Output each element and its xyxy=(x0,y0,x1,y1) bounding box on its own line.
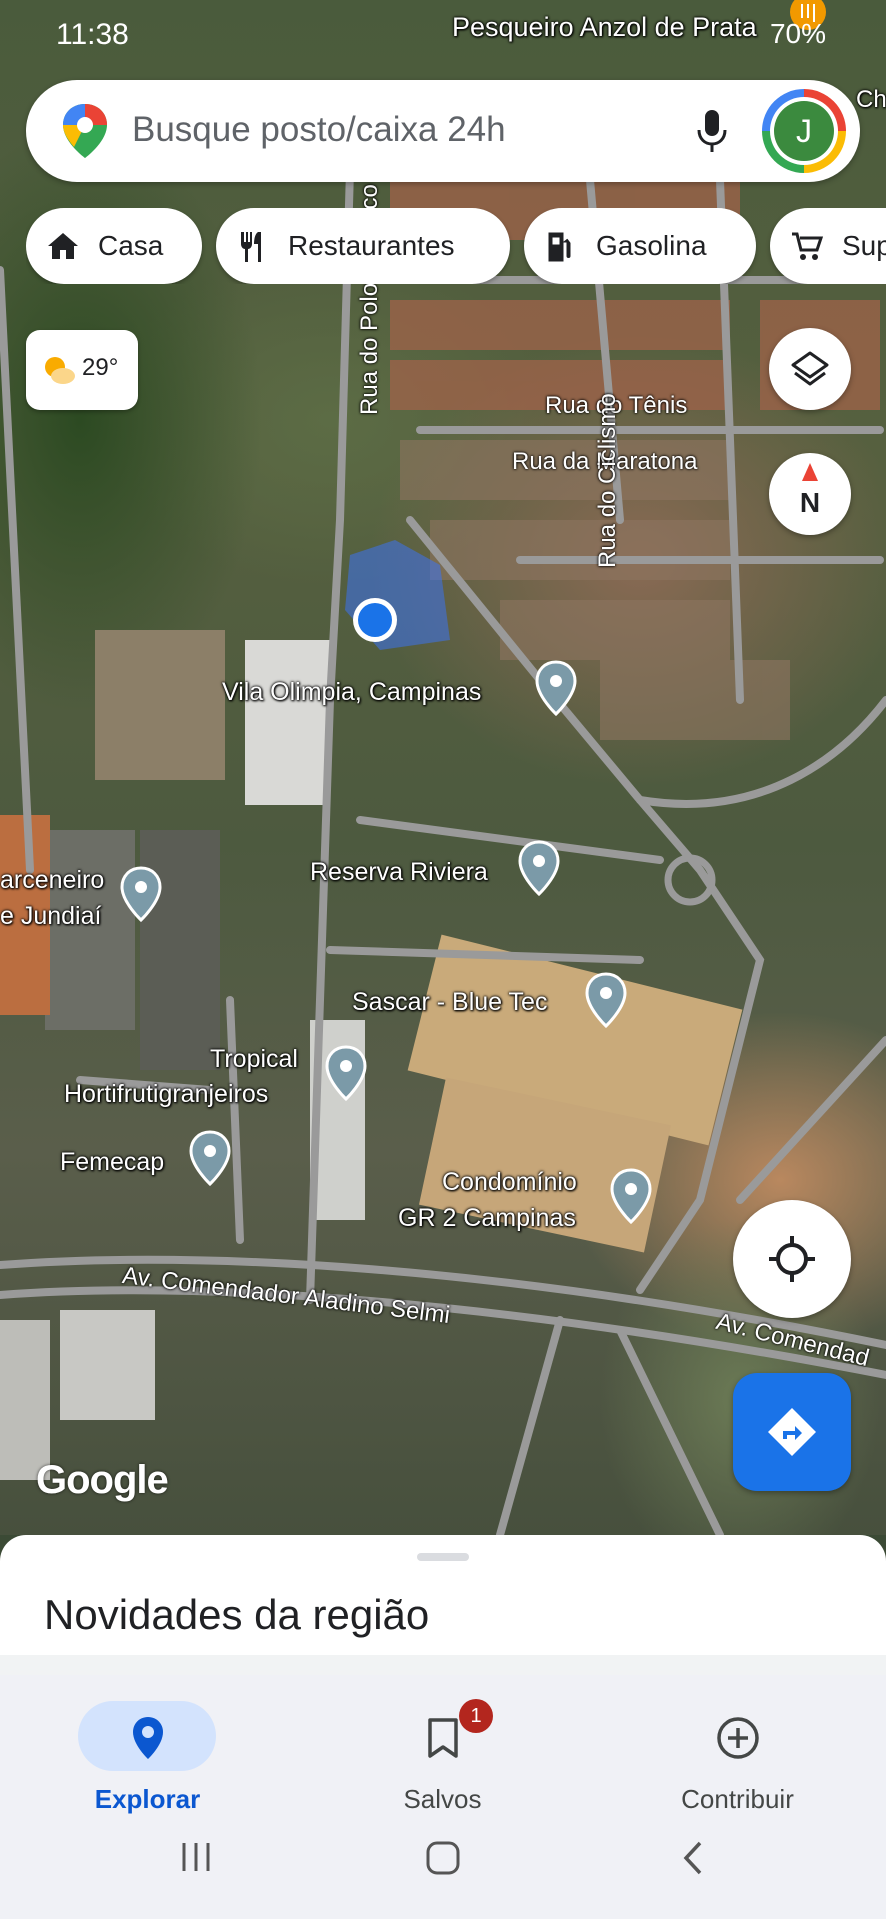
map-label-ch[interactable]: Ch xyxy=(856,86,886,114)
crosshair-icon xyxy=(769,1236,815,1282)
partly-sunny-icon xyxy=(45,357,75,384)
chip-restaurantes[interactable]: Restaurantes xyxy=(216,208,510,284)
avatar[interactable]: J xyxy=(762,89,846,173)
divider xyxy=(0,1655,886,1675)
status-time: 11:38 xyxy=(56,18,129,51)
place-label-reserva-riviera[interactable]: Reserva Riviera xyxy=(310,858,488,887)
place-label-sascar[interactable]: Sascar - Blue Tec xyxy=(352,988,547,1017)
recent-apps-icon[interactable] xyxy=(178,1840,214,1874)
tab-label: Explorar xyxy=(94,1784,201,1814)
place-pin-icon[interactable] xyxy=(325,1045,367,1101)
directions-icon xyxy=(768,1408,816,1456)
tab-contribuir[interactable]: Contribuir xyxy=(590,1689,885,1814)
tab-salvos[interactable]: 1 Salvos xyxy=(295,1689,590,1814)
tab-explorar[interactable]: Explorar xyxy=(0,1689,295,1814)
gas-station-icon xyxy=(548,232,571,262)
place-pin-icon[interactable] xyxy=(585,972,627,1028)
place-label-condominio-1[interactable]: Condomínio xyxy=(442,1168,577,1197)
status-battery: 70% xyxy=(769,18,826,49)
place-pin-icon[interactable] xyxy=(535,660,577,716)
place-label-femecap[interactable]: Femecap xyxy=(60,1148,164,1177)
search-input[interactable]: Busque posto/caixa 24h xyxy=(132,110,506,150)
tab-label: Salvos xyxy=(403,1784,482,1814)
place-label-marceneiro-1[interactable]: arceneiro xyxy=(0,866,104,895)
search-bar[interactable]: Busque posto/caixa 24h J xyxy=(26,80,860,182)
layers-button[interactable] xyxy=(769,328,851,410)
directions-button[interactable] xyxy=(733,1373,851,1491)
maps-logo-icon xyxy=(63,104,107,158)
place-label-tropical-2[interactable]: Hortifrutigranjeiros xyxy=(64,1080,268,1109)
weather-chip[interactable]: 29° xyxy=(26,330,138,410)
back-icon[interactable] xyxy=(680,1840,706,1876)
sheet-handle[interactable] xyxy=(417,1553,469,1561)
place-label-condominio-2[interactable]: GR 2 Campinas xyxy=(398,1204,576,1233)
home-icon xyxy=(48,233,78,259)
restaurant-icon xyxy=(241,232,261,262)
chip-supermercado[interactable]: Sup xyxy=(770,208,886,284)
location-pin-icon xyxy=(132,1717,163,1759)
compass-label: N xyxy=(799,487,821,518)
chip-gasolina[interactable]: Gasolina xyxy=(524,208,756,284)
road-label-ciclismo: Rua do Ciclismo xyxy=(594,393,621,568)
google-watermark: Google xyxy=(36,1458,169,1502)
place-pin-icon[interactable] xyxy=(189,1130,231,1186)
place-label-marceneiro-2[interactable]: e Jundiaí xyxy=(0,902,101,931)
my-location-button[interactable] xyxy=(733,1200,851,1318)
place-label-tropical-1[interactable]: Tropical xyxy=(210,1045,298,1074)
bottom-navigation: Explorar 1 Salvos Contribuir xyxy=(0,1675,886,1919)
place-pin-icon[interactable] xyxy=(518,840,560,896)
mic-icon[interactable] xyxy=(694,108,730,154)
weather-temp: 29° xyxy=(82,354,119,381)
notification-badge: 1 xyxy=(459,1699,493,1733)
add-circle-icon xyxy=(716,1717,759,1759)
compass-button[interactable]: N xyxy=(769,453,851,535)
layers-icon xyxy=(791,351,829,386)
cart-icon xyxy=(792,232,824,260)
place-pin-icon[interactable] xyxy=(120,866,162,922)
compass-arrow-icon xyxy=(802,463,818,481)
place-label-vila-olimpia[interactable]: Vila Olimpia, Campinas xyxy=(222,678,481,707)
bookmark-icon xyxy=(427,1718,458,1758)
bottom-sheet[interactable]: Novidades da região xyxy=(0,1535,886,1655)
sheet-title: Novidades da região xyxy=(44,1591,430,1638)
tab-label: Contribuir xyxy=(681,1784,794,1814)
map-label-pesqueiro[interactable]: Pesqueiro Anzol de Prata xyxy=(452,12,757,43)
home-nav-icon[interactable] xyxy=(425,1840,461,1876)
avatar-letter: J xyxy=(774,101,834,161)
place-pin-icon[interactable] xyxy=(610,1168,652,1224)
category-chips: Casa Restaurantes Gasolina Sup xyxy=(26,208,886,284)
chip-casa[interactable]: Casa xyxy=(26,208,202,284)
